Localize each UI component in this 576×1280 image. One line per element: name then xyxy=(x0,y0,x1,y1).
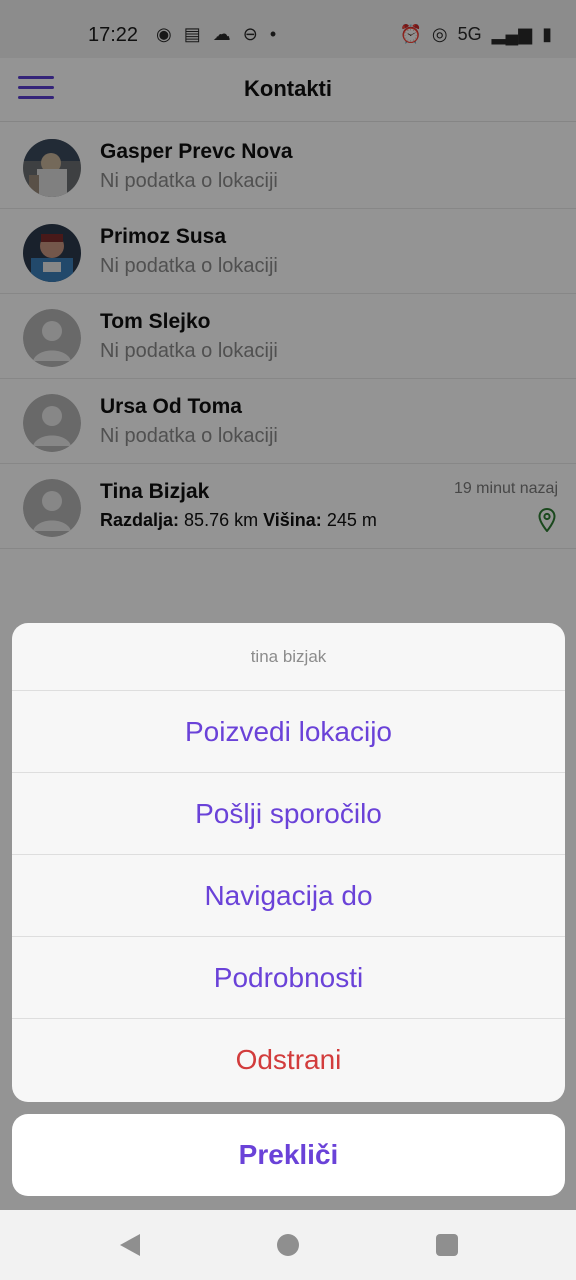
action-navigate-to[interactable]: Navigacija do xyxy=(12,855,565,937)
cancel-button[interactable]: Prekliči xyxy=(12,1114,565,1196)
action-send-message[interactable]: Pošlji sporočilo xyxy=(12,773,565,855)
recent-apps-icon[interactable] xyxy=(436,1234,458,1256)
action-details[interactable]: Podrobnosti xyxy=(12,937,565,1019)
action-remove[interactable]: Odstrani xyxy=(12,1019,565,1101)
action-request-location[interactable]: Poizvedi lokacijo xyxy=(12,691,565,773)
action-sheet-title: tina bizjak xyxy=(12,623,565,691)
back-icon[interactable] xyxy=(118,1232,142,1258)
home-icon[interactable] xyxy=(277,1234,299,1256)
system-navigation-bar xyxy=(0,1210,576,1280)
action-sheet: tina bizjak Poizvedi lokacijo Pošlji spo… xyxy=(12,623,565,1102)
